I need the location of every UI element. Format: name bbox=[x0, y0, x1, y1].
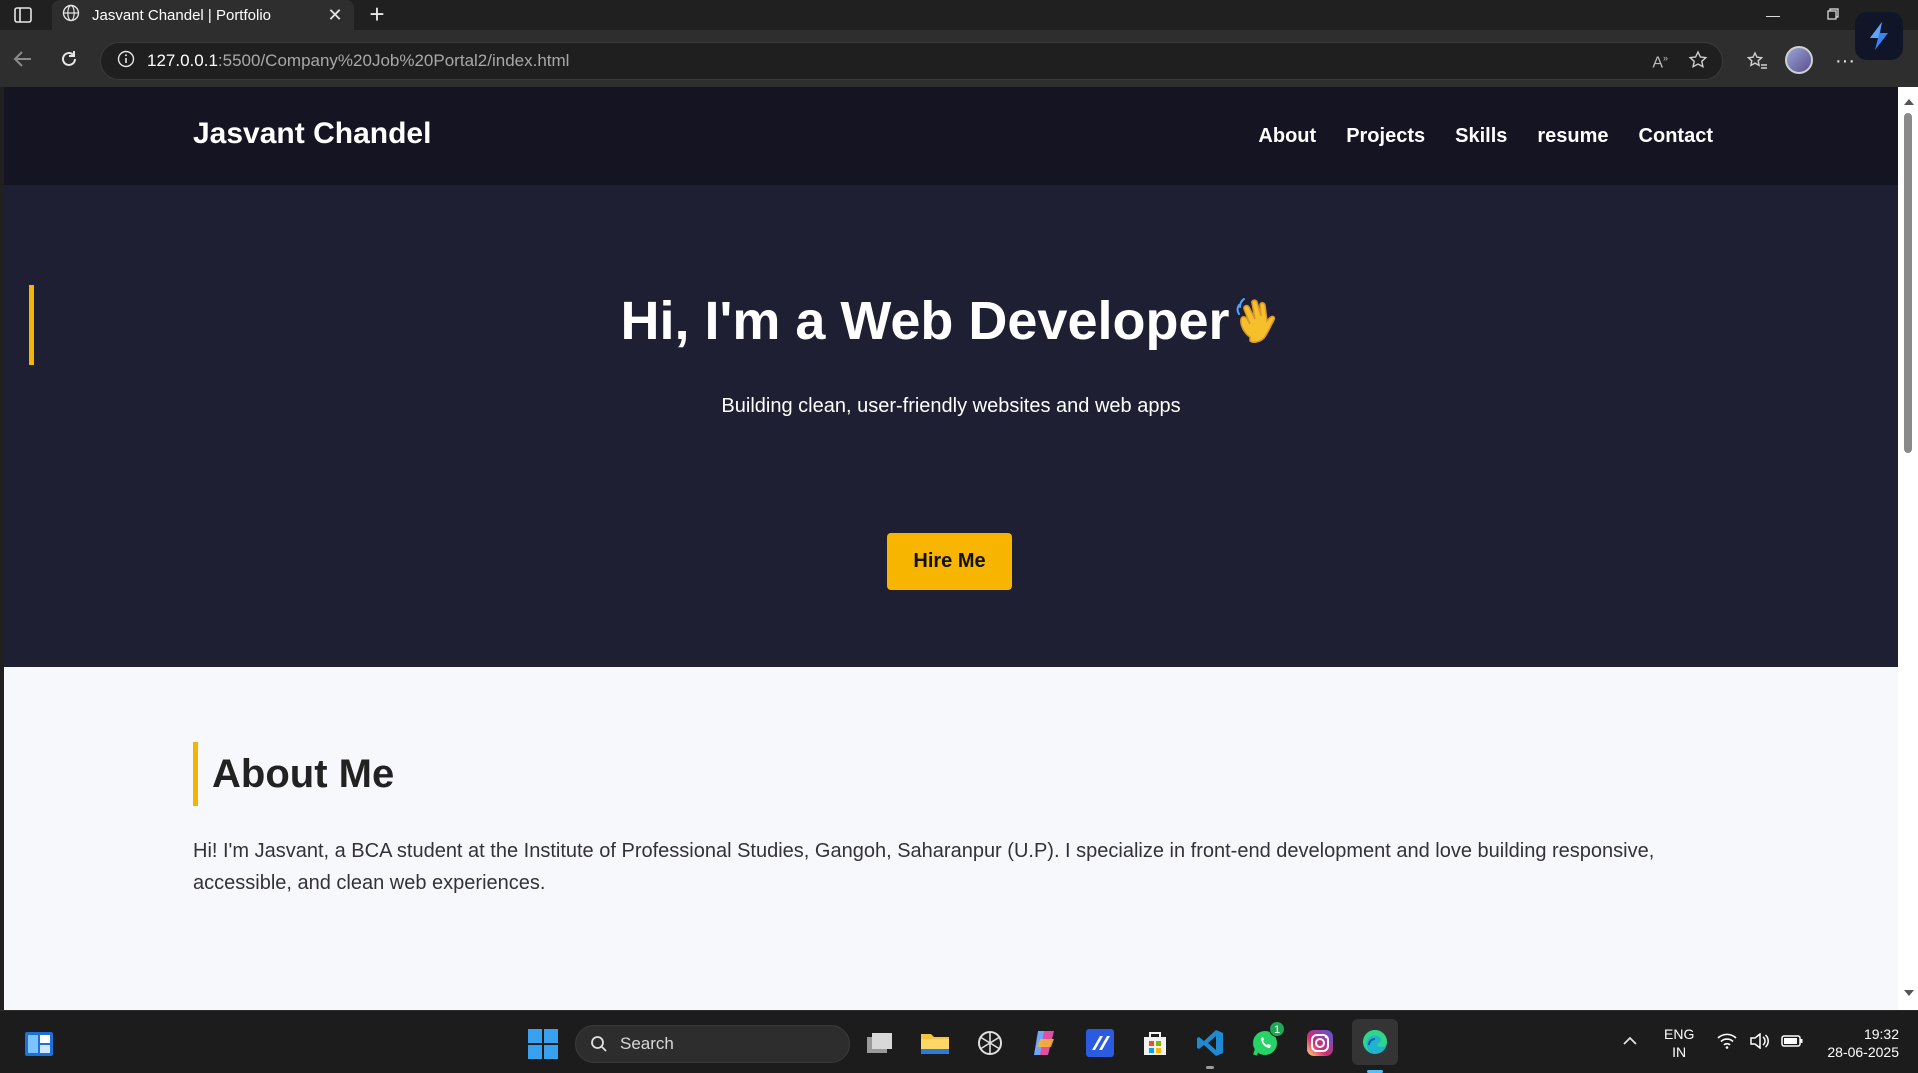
back-icon[interactable] bbox=[6, 42, 40, 76]
scroll-up-icon[interactable] bbox=[1904, 99, 1914, 105]
running-indicator bbox=[1206, 1066, 1214, 1069]
about-heading: About Me bbox=[212, 752, 395, 796]
language-indicator[interactable]: ENG IN bbox=[1664, 1025, 1694, 1061]
language-region: IN bbox=[1672, 1044, 1687, 1060]
language-code: ENG bbox=[1664, 1026, 1695, 1042]
widgets-icon[interactable] bbox=[24, 1031, 54, 1057]
new-tab-button[interactable]: + bbox=[362, 0, 392, 30]
url-path: :5500/Company%20Job%20Portal2/index.html bbox=[217, 51, 570, 70]
reload-icon[interactable] bbox=[52, 42, 86, 76]
system-tray[interactable] bbox=[1717, 1033, 1803, 1049]
edge-browser-icon[interactable] bbox=[1352, 1019, 1398, 1073]
search-placeholder: Search bbox=[620, 1034, 674, 1053]
page-scrollbar[interactable] bbox=[1898, 87, 1918, 1010]
nav-projects[interactable]: Projects bbox=[1346, 125, 1425, 148]
volume-icon bbox=[1750, 1033, 1769, 1049]
hero-section: Hi, I'm a Web Developer 👋 Building clean… bbox=[4, 185, 1898, 667]
wifi-icon bbox=[1717, 1033, 1737, 1049]
tab-title: Jasvant Chandel | Portfolio bbox=[92, 6, 271, 24]
waving-hand-svg bbox=[1236, 298, 1275, 343]
hero-title: Hi, I'm a Web Developer 👋 bbox=[4, 290, 1898, 356]
chevron-up-icon[interactable] bbox=[1622, 1033, 1638, 1051]
browser-tab[interactable]: Jasvant Chandel | Portfolio ✕ bbox=[52, 0, 354, 30]
globe-icon bbox=[62, 4, 80, 26]
waving-hand-icon: 👋 bbox=[1236, 293, 1282, 356]
chatgpt-icon[interactable] bbox=[972, 1025, 1008, 1061]
nav-contact[interactable]: Contact bbox=[1639, 125, 1713, 148]
search-icon bbox=[591, 1036, 607, 1052]
copilot-app-icon[interactable] bbox=[1027, 1025, 1063, 1061]
about-accent-bar bbox=[193, 742, 198, 806]
site-brand[interactable]: Jasvant Chandel bbox=[193, 117, 431, 151]
favorite-star-icon[interactable] bbox=[1688, 50, 1708, 75]
scrollbar-thumb[interactable] bbox=[1904, 113, 1912, 453]
minimize-icon[interactable]: — bbox=[1750, 0, 1796, 30]
restore-icon[interactable] bbox=[1810, 0, 1856, 30]
nav-resume[interactable]: resume bbox=[1537, 125, 1608, 148]
nav-about[interactable]: About bbox=[1258, 125, 1316, 148]
copilot-icon[interactable] bbox=[1855, 12, 1903, 60]
favorites-icon[interactable] bbox=[1742, 46, 1772, 76]
close-tab-icon[interactable]: ✕ bbox=[326, 5, 344, 26]
microsoft-store-icon[interactable] bbox=[1137, 1025, 1173, 1061]
vscode-icon[interactable] bbox=[1192, 1025, 1228, 1069]
taskbar-search-box[interactable]: Search bbox=[575, 1025, 850, 1063]
hire-me-button[interactable]: Hire Me bbox=[887, 533, 1012, 590]
clock-time: 19:32 bbox=[1863, 1026, 1899, 1042]
read-aloud-icon[interactable]: A» bbox=[1652, 53, 1668, 72]
hero-title-text: Hi, I'm a Web Developer bbox=[620, 291, 1230, 351]
profile-avatar[interactable] bbox=[1785, 46, 1813, 74]
nav-skills[interactable]: Skills bbox=[1455, 125, 1507, 148]
battery-icon bbox=[1781, 1035, 1803, 1047]
clock-date: 28-06-2025 bbox=[1827, 1044, 1899, 1060]
address-bar-row: 127.0.0.1:5500/Company%20Job%20Portal2/i… bbox=[0, 30, 1918, 87]
taskbar: Search 1 ENG IN 19:32 28-06-2025 bbox=[0, 1010, 1918, 1073]
url-field[interactable]: 127.0.0.1:5500/Company%20Job%20Portal2/i… bbox=[100, 42, 1723, 80]
windows-start-icon[interactable] bbox=[528, 1029, 558, 1059]
instagram-icon[interactable] bbox=[1302, 1025, 1338, 1061]
file-explorer-icon[interactable] bbox=[917, 1025, 953, 1061]
hero-subtitle: Building clean, user-friendly websites a… bbox=[721, 395, 1181, 417]
whatsapp-icon[interactable]: 1 bbox=[1247, 1021, 1285, 1061]
tab-actions-icon[interactable] bbox=[8, 4, 38, 26]
task-view-icon[interactable] bbox=[862, 1025, 898, 1061]
visual-studio-icon[interactable] bbox=[1082, 1025, 1118, 1061]
url-text: 127.0.0.1:5500/Company%20Job%20Portal2/i… bbox=[147, 51, 569, 71]
url-host: 127.0.0.1 bbox=[147, 51, 218, 70]
system-clock[interactable]: 19:32 28-06-2025 bbox=[1815, 1025, 1899, 1061]
tab-strip: Jasvant Chandel | Portfolio ✕ + — bbox=[0, 0, 1918, 30]
site-info-icon[interactable] bbox=[117, 50, 135, 73]
whatsapp-badge: 1 bbox=[1269, 1021, 1285, 1037]
about-section: About Me Hi! I'm Jasvant, a BCA student … bbox=[4, 667, 1898, 1010]
scroll-down-icon[interactable] bbox=[1904, 990, 1914, 996]
page-viewport: Jasvant Chandel About Projects Skills re… bbox=[4, 87, 1898, 1010]
site-nav: About Projects Skills resume Contact bbox=[1258, 125, 1713, 148]
about-body: Hi! I'm Jasvant, a BCA student at the In… bbox=[193, 840, 1655, 894]
site-header: Jasvant Chandel About Projects Skills re… bbox=[4, 87, 1898, 185]
